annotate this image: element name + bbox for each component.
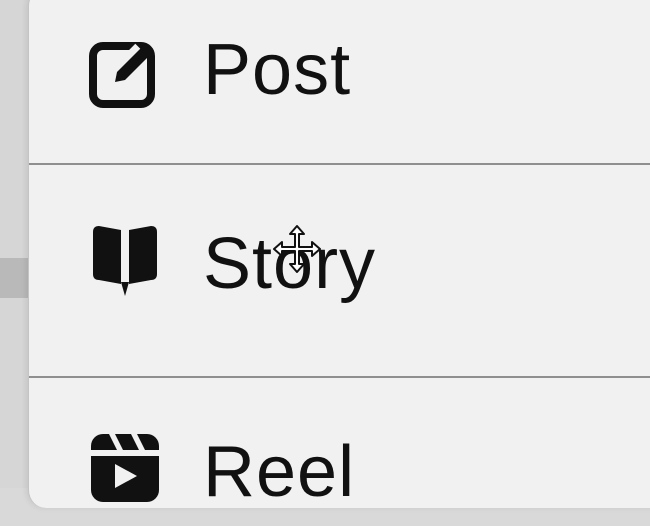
menu-item-story[interactable]: Story [29,154,650,364]
menu-item-label: Post [203,30,352,110]
menu-item-label: Reel [203,432,356,512]
background-bar [0,258,28,298]
book-icon [93,226,157,296]
edit-square-icon [89,42,155,108]
clapperboard-icon [91,434,159,502]
menu-item-post[interactable]: Post [29,0,650,152]
create-menu: Post Story Reel [28,0,650,508]
menu-item-reel[interactable]: Reel [29,366,650,526]
move-cursor-icon [273,225,321,273]
